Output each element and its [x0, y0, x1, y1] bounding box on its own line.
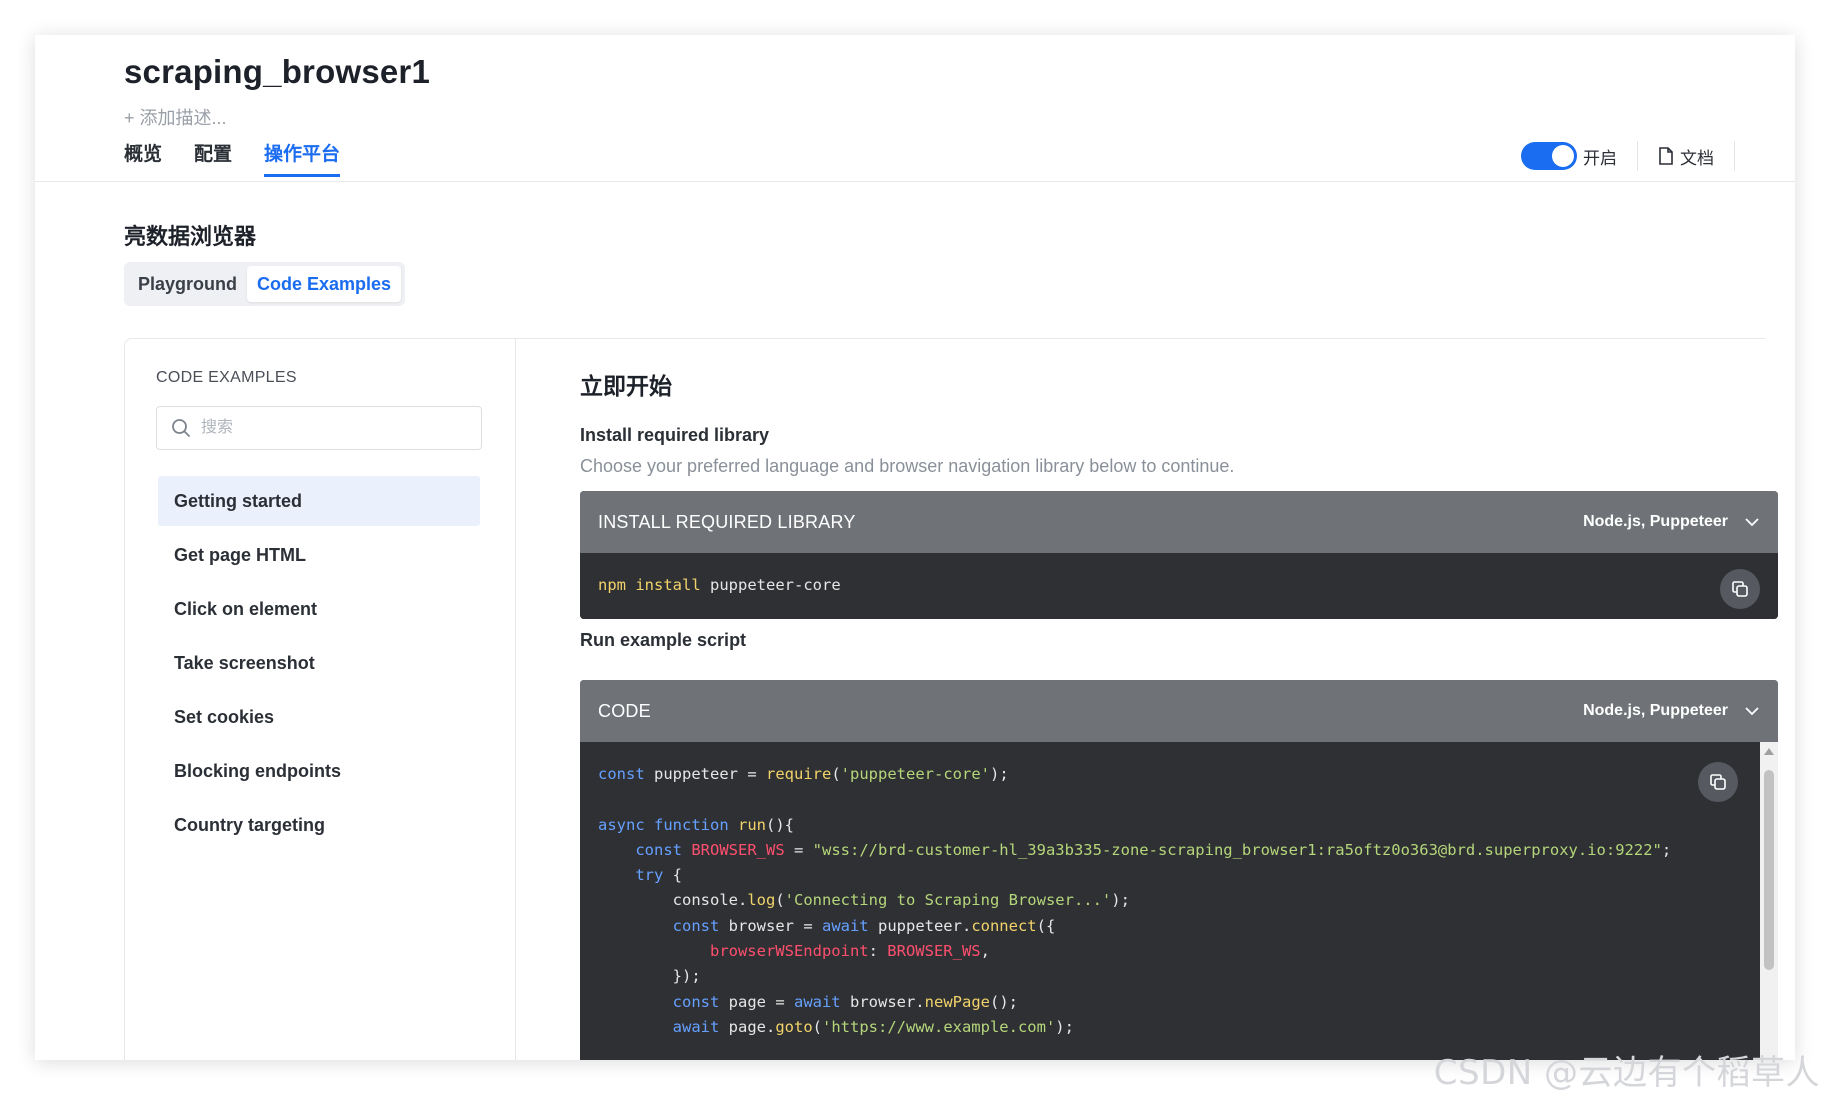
add-description-link[interactable]: + 添加描述... — [124, 104, 227, 130]
examples-sidebar: CODE EXAMPLES Getting started Get page H… — [125, 339, 516, 1060]
copy-code-button[interactable] — [1698, 762, 1738, 802]
scroll-up-arrow[interactable] — [1764, 748, 1774, 755]
divider — [1734, 141, 1735, 171]
install-heading: Install required library — [580, 425, 770, 445]
copy-icon — [1732, 581, 1748, 597]
examples-list: Getting started Get page HTML Click on e… — [158, 476, 480, 854]
page-title: scraping_browser1 — [124, 53, 431, 90]
code-examples-panel: CODE EXAMPLES Getting started Get page H… — [124, 338, 1778, 1060]
chevron-down-icon — [1745, 518, 1759, 527]
sidebar-item-getting-started[interactable]: Getting started — [158, 476, 480, 526]
install-card-header: INSTALL REQUIRED LIBRARY Node.js, Puppet… — [580, 491, 1778, 553]
mode-switch: Playground Code Examples — [124, 262, 406, 306]
enable-toggle[interactable] — [1521, 142, 1577, 170]
chevron-down-icon — [1745, 707, 1759, 716]
code-language-value: Node.js, Puppeteer — [1583, 702, 1728, 719]
segment-playground[interactable]: Playground — [128, 266, 247, 302]
document-icon — [1659, 147, 1673, 165]
section-title: 亮数据浏览器 — [124, 224, 257, 249]
tab-overview[interactable]: 概览 — [124, 139, 162, 177]
search-box[interactable] — [156, 406, 482, 450]
example-code: const puppeteer = require('puppeteer-cor… — [598, 765, 1672, 1036]
page-header: scraping_browser1 + 添加描述... 概览 配置 操作平台 开… — [35, 35, 1795, 182]
tab-config[interactable]: 配置 — [194, 139, 232, 177]
header-actions: 开启 文档 — [1521, 139, 1755, 173]
copy-icon — [1710, 774, 1726, 790]
install-language-value: Node.js, Puppeteer — [1583, 513, 1728, 530]
sidebar-item-click-on-element[interactable]: Click on element — [158, 584, 480, 634]
search-input[interactable] — [199, 418, 463, 438]
code-card-body: const puppeteer = require('puppeteer-cor… — [580, 742, 1778, 1060]
sidebar-item-blocking-endpoints[interactable]: Blocking endpoints — [158, 746, 480, 796]
code-language-select[interactable]: Node.js, Puppeteer — [1583, 702, 1760, 720]
install-card-title: INSTALL REQUIRED LIBRARY — [598, 511, 856, 532]
main-tabs: 概览 配置 操作平台 — [124, 139, 341, 177]
sidebar-item-set-cookies[interactable]: Set cookies — [158, 692, 480, 742]
code-card: CODE Node.js, Puppeteer const puppeteer … — [580, 680, 1778, 1060]
install-command: npm install puppeteer-core — [598, 576, 841, 594]
run-heading: Run example script — [580, 630, 747, 650]
toggle-knob — [1552, 145, 1574, 167]
docs-label: 文档 — [1680, 148, 1714, 168]
install-language-select[interactable]: Node.js, Puppeteer — [1583, 513, 1760, 531]
sidebar-heading: CODE EXAMPLES — [156, 369, 297, 386]
sidebar-item-country-targeting[interactable]: Country targeting — [158, 800, 480, 850]
install-description: Choose your preferred language and brows… — [580, 456, 1235, 476]
code-scrollbar[interactable] — [1760, 742, 1778, 1060]
content-title: 立即开始 — [580, 373, 672, 399]
tab-playground[interactable]: 操作平台 — [264, 139, 341, 177]
sidebar-item-get-page-html[interactable]: Get page HTML — [158, 530, 480, 580]
app-window: scraping_browser1 + 添加描述... 概览 配置 操作平台 开… — [35, 35, 1795, 1060]
watermark: CSDN @云边有个稻草人 — [1433, 1053, 1820, 1093]
example-content: 立即开始 Install required library Choose you… — [580, 339, 1778, 1060]
code-card-title: CODE — [598, 700, 651, 721]
divider — [1637, 141, 1638, 171]
copy-install-button[interactable] — [1720, 569, 1760, 609]
install-card-body: npm install puppeteer-core — [580, 553, 1778, 619]
sidebar-item-take-screenshot[interactable]: Take screenshot — [158, 638, 480, 688]
install-card: INSTALL REQUIRED LIBRARY Node.js, Puppet… — [580, 491, 1778, 619]
code-card-header: CODE Node.js, Puppeteer — [580, 680, 1778, 742]
segment-code-examples[interactable]: Code Examples — [247, 266, 402, 302]
scroll-thumb[interactable] — [1764, 770, 1774, 970]
docs-link[interactable]: 文档 — [1658, 144, 1714, 169]
toggle-label: 开启 — [1583, 148, 1617, 168]
search-icon — [172, 419, 190, 437]
